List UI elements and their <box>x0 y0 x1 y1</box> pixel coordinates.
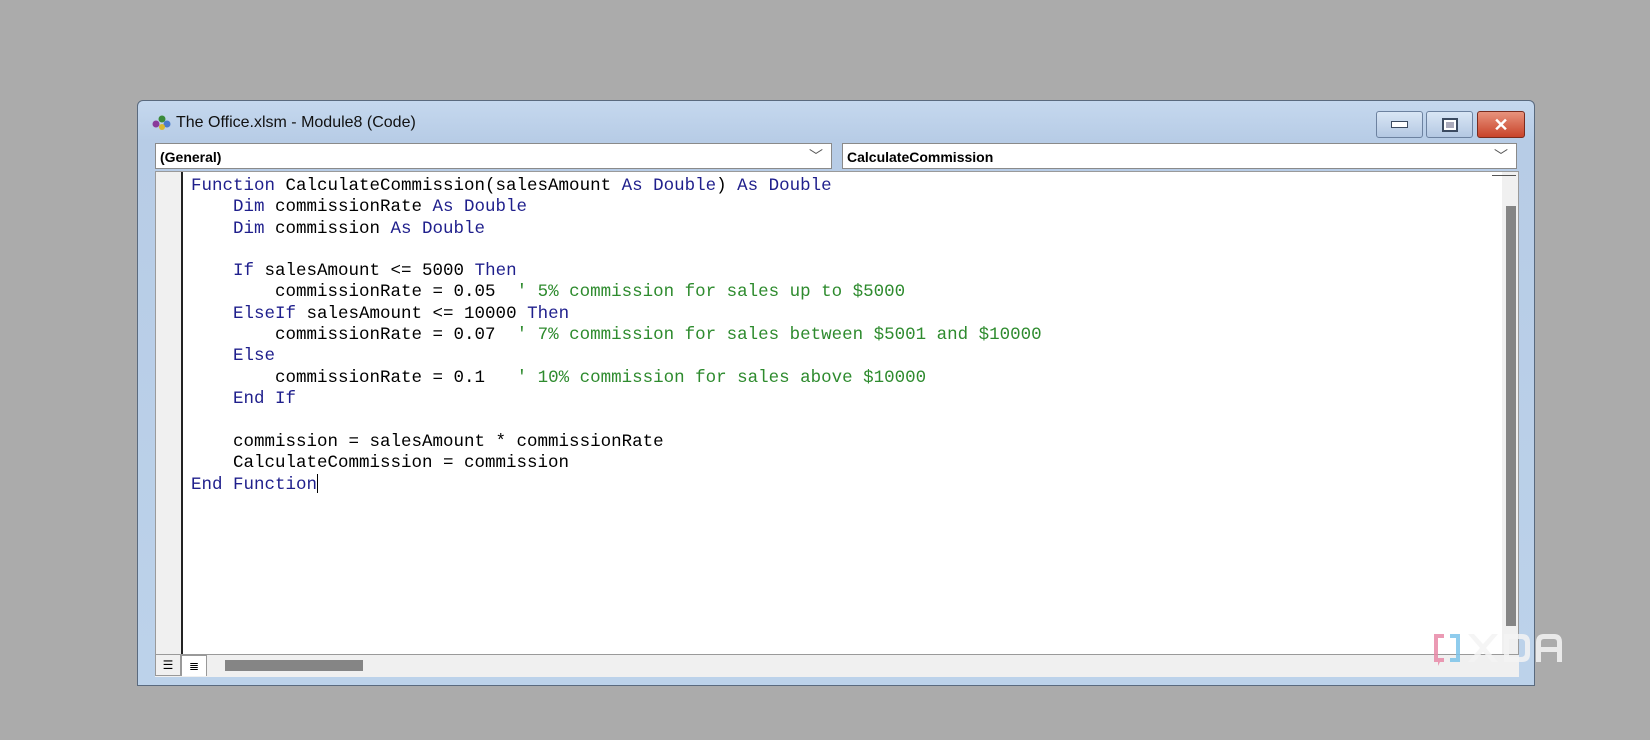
code-token: ) <box>716 176 738 196</box>
keyword-token: As Double <box>737 176 832 196</box>
maximize-icon <box>1441 117 1458 132</box>
window-title: The Office.xlsm - Module8 (Code) <box>176 114 416 131</box>
split-bar[interactable] <box>1492 175 1516 179</box>
keyword-token: Dim <box>191 197 276 218</box>
full-module-view-button[interactable]: ≣ <box>181 655 207 676</box>
keyword-token: As Double <box>432 197 528 218</box>
vertical-scroll-thumb[interactable] <box>1506 206 1516 626</box>
code-token: commissionRate = 0.07 <box>191 325 517 346</box>
code-line[interactable]: Else <box>191 346 1042 367</box>
code-line[interactable]: Dim commissionRate As Double <box>191 197 1042 218</box>
code-line[interactable]: commissionRate = 0.07 ' 7% commission fo… <box>191 325 1042 346</box>
minimize-icon <box>1391 121 1408 128</box>
keyword-token: Then <box>474 261 517 282</box>
object-dropdown[interactable]: (General) ﹀ <box>155 143 832 169</box>
vba-code-window: The Office.xlsm - Module8 (Code) ✕ (Gene… <box>137 100 1535 686</box>
title-bar[interactable]: The Office.xlsm - Module8 (Code) ✕ <box>138 101 1534 141</box>
keyword-token: ElseIf <box>191 303 307 324</box>
code-token: CalculateCommission(salesAmount <box>285 176 622 196</box>
code-token: salesAmount <= 5000 <box>264 261 475 282</box>
comment-token: ' 5% commission for sales up to $5000 <box>516 282 906 303</box>
horizontal-scroll-thumb[interactable] <box>225 660 363 671</box>
margin-indicator-bar[interactable] <box>156 172 183 654</box>
code-token: commissionRate <box>275 197 433 218</box>
code-token: CalculateCommission = commission <box>191 452 570 473</box>
xda-watermark-logo <box>1434 634 1562 666</box>
code-line[interactable] <box>191 240 1042 261</box>
keyword-token: Dim <box>191 218 276 239</box>
code-line[interactable]: End Function <box>191 474 1042 495</box>
code-line[interactable]: Dim commission As Double <box>191 219 1042 240</box>
keyword-token: Else <box>191 346 276 367</box>
code-line[interactable]: commissionRate = 0.05 ' 5% commission fo… <box>191 282 1042 303</box>
procedure-dropdown[interactable]: CalculateCommission ﹀ <box>842 143 1517 169</box>
code-token: commission = salesAmount * commissionRat… <box>191 431 664 452</box>
code-text[interactable]: Function CalculateCommission(salesAmount… <box>191 176 1042 495</box>
code-line[interactable]: End If <box>191 389 1042 410</box>
close-button[interactable]: ✕ <box>1477 111 1525 138</box>
keyword-token: If <box>191 261 265 282</box>
procedure-dropdown-value: CalculateCommission <box>847 149 994 165</box>
code-line[interactable] <box>191 410 1042 431</box>
code-line[interactable]: Function CalculateCommission(salesAmount… <box>191 176 1042 197</box>
code-line[interactable]: CalculateCommission = commission <box>191 453 1042 474</box>
keyword-token: As Double <box>621 176 717 196</box>
minimize-button[interactable] <box>1376 111 1423 138</box>
chevron-down-icon: ﹀ <box>1494 148 1508 164</box>
chevron-down-icon: ﹀ <box>809 148 823 164</box>
code-token: commissionRate = 0.05 <box>191 282 517 303</box>
code-line[interactable]: commission = salesAmount * commissionRat… <box>191 432 1042 453</box>
maximize-button[interactable] <box>1426 111 1473 138</box>
comment-token: ' 7% commission for sales between $5001 … <box>516 325 1042 346</box>
code-token: commissionRate = 0.1 <box>191 367 517 388</box>
procedure-view-button[interactable]: ☰ <box>155 655 181 676</box>
vertical-scrollbar[interactable] <box>1492 172 1518 654</box>
code-line[interactable]: ElseIf salesAmount <= 10000 Then <box>191 304 1042 325</box>
code-token: salesAmount <= 10000 <box>306 303 528 324</box>
code-line[interactable]: commissionRate = 0.1 ' 10% commission fo… <box>191 368 1042 389</box>
object-dropdown-value: (General) <box>160 149 222 165</box>
close-icon: ✕ <box>1493 114 1509 135</box>
code-editor[interactable]: Function CalculateCommission(salesAmount… <box>155 171 1519 655</box>
vba-module-icon <box>152 115 171 130</box>
keyword-token: End Function <box>191 475 318 496</box>
keyword-token: Then <box>527 303 570 324</box>
keyword-token: Function <box>191 176 286 196</box>
comment-token: ' 10% commission for sales above $10000 <box>516 367 927 388</box>
code-token: commission <box>275 218 391 239</box>
code-line[interactable]: If salesAmount <= 5000 Then <box>191 261 1042 282</box>
keyword-token: As Double <box>390 218 486 239</box>
text-cursor <box>317 474 319 494</box>
editor-bottom-bar: ☰ ≣ <box>155 655 1519 677</box>
keyword-token: End If <box>191 388 297 409</box>
